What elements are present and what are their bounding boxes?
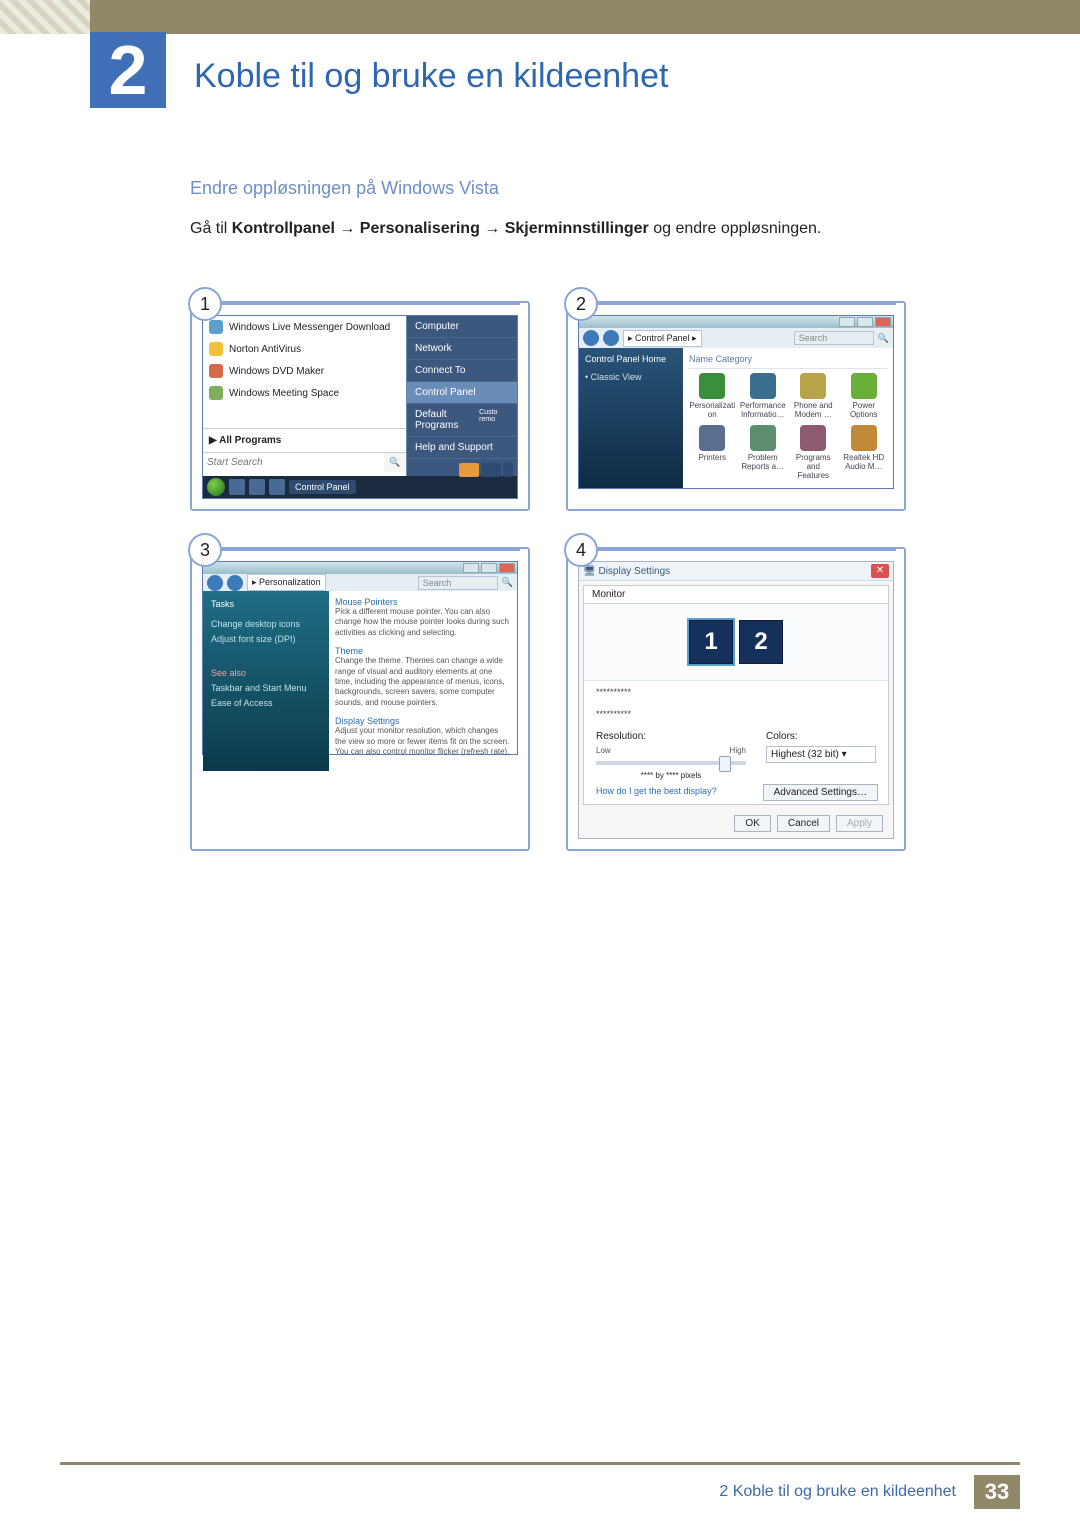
cp-icon[interactable]: Printers — [689, 425, 736, 482]
chevron-icon[interactable] — [503, 463, 513, 477]
cp-icon[interactable]: Phone and Modem … — [790, 373, 837, 421]
monitor-name-line: ********** — [584, 703, 888, 725]
maximize-icon[interactable] — [481, 563, 497, 573]
section-title: Endre oppløsningen på Windows Vista — [190, 178, 960, 199]
side-link[interactable]: Adjust font size (DPI) — [211, 634, 321, 644]
close-icon[interactable]: ✕ — [871, 564, 889, 578]
figure-badge: 4 — [564, 533, 598, 567]
start-right-item[interactable]: Computer — [407, 316, 517, 338]
nav-back-icon[interactable] — [207, 575, 223, 591]
chapter-title: Koble til og bruke en kildeenhet — [194, 57, 668, 96]
monitor-2[interactable]: 2 — [739, 620, 783, 664]
header-band — [90, 0, 1080, 34]
window-title: 🖥 Display Settings — [583, 566, 670, 577]
start-item[interactable]: Windows Live Messenger Download — [203, 316, 406, 338]
side-link[interactable]: Taskbar and Start Menu — [211, 683, 321, 693]
start-item[interactable]: Windows Meeting Space — [203, 382, 406, 404]
personalization-item[interactable]: ThemeChange the theme. Themes can change… — [335, 646, 511, 708]
figure-badge: 1 — [188, 287, 222, 321]
figure-3: 3 ▸ Personalization Search 🔍 Tasks — [190, 547, 530, 851]
close-icon[interactable] — [875, 317, 891, 327]
advanced-settings-button[interactable]: Advanced Settings… — [763, 784, 878, 801]
tasks-label: Tasks — [211, 599, 321, 609]
power-icon[interactable] — [459, 463, 479, 477]
start-item[interactable]: Windows DVD Maker — [203, 360, 406, 382]
search-input[interactable]: Search — [794, 331, 874, 345]
cp-icon[interactable]: Realtek HD Audio M… — [841, 425, 888, 482]
taskbar-controlpanel[interactable]: Control Panel — [289, 480, 356, 494]
start-orb-icon[interactable] — [207, 478, 225, 496]
monitor-1[interactable]: 1 — [689, 620, 733, 664]
breadcrumb[interactable]: ▸ Personalization — [247, 574, 326, 591]
cp-icon[interactable]: Problem Reports a… — [740, 425, 787, 482]
lock-icon[interactable] — [481, 463, 501, 477]
page-footer: 2 Koble til og bruke en kildeenhet 33 — [0, 1462, 1080, 1527]
resolution-value: **** by **** pixels — [596, 771, 746, 780]
search-icon[interactable]: 🔍 — [384, 453, 406, 472]
colors-label: Colors: — [766, 731, 876, 742]
cp-icon[interactable]: Programs and Features — [790, 425, 837, 482]
start-item[interactable]: Norton AntiVirus — [203, 338, 406, 360]
minimize-icon[interactable] — [463, 563, 479, 573]
section-body: Gå til Kontrollpanel → Personalisering →… — [190, 217, 960, 241]
page-number: 33 — [974, 1475, 1020, 1509]
control-panel-window: ▸ Control Panel ▸ Search 🔍 Control Panel… — [578, 315, 894, 489]
start-right-item[interactable]: Network — [407, 338, 517, 360]
cp-icon[interactable]: Personalizati on — [689, 373, 736, 421]
footer-text: 2 Koble til og bruke en kildeenhet — [719, 1483, 956, 1501]
cp-home-link[interactable]: Control Panel Home — [585, 354, 677, 364]
nav-back-icon[interactable] — [583, 330, 599, 346]
side-link[interactable]: Change desktop icons — [211, 619, 321, 629]
figure-1: 1 Windows Live Messenger Download Norton… — [190, 301, 530, 511]
side-link[interactable]: Ease of Access — [211, 698, 321, 708]
figure-badge: 2 — [564, 287, 598, 321]
minimize-icon[interactable] — [839, 317, 855, 327]
close-icon[interactable] — [499, 563, 515, 573]
taskbar-icon[interactable] — [249, 479, 265, 495]
start-right-item-controlpanel[interactable]: Control Panel — [407, 382, 517, 404]
taskbar-icon[interactable] — [229, 479, 245, 495]
tab-monitor[interactable]: Monitor — [584, 586, 888, 604]
chapter-number: 2 — [90, 32, 166, 108]
personalization-item[interactable]: Display SettingsAdjust your monitor reso… — [335, 716, 511, 757]
nav-fwd-icon[interactable] — [603, 330, 619, 346]
cp-icon[interactable]: Power Options — [841, 373, 888, 421]
monitor-name-line: ********** — [584, 681, 888, 703]
start-right-item[interactable]: Connect To — [407, 360, 517, 382]
figure-badge: 3 — [188, 533, 222, 567]
personalization-item[interactable]: Mouse PointersPick a different mouse poi… — [335, 597, 511, 638]
apply-button[interactable]: Apply — [836, 815, 883, 832]
cancel-button[interactable]: Cancel — [777, 815, 830, 832]
resolution-slider[interactable] — [596, 761, 746, 765]
nav-fwd-icon[interactable] — [227, 575, 243, 591]
personalization-window: ▸ Personalization Search 🔍 Tasks Change … — [202, 561, 518, 755]
cp-icon[interactable]: Performance Informatio… — [740, 373, 787, 421]
see-also-label: See also — [211, 668, 321, 678]
start-right-item[interactable]: Default ProgramsCusto remo — [407, 404, 517, 437]
start-menu-window: Windows Live Messenger Download Norton A… — [202, 315, 518, 499]
ok-button[interactable]: OK — [734, 815, 770, 832]
taskbar-icon[interactable] — [269, 479, 285, 495]
figure-2: 2 ▸ Control Panel ▸ Search 🔍 Control Pa — [566, 301, 906, 511]
all-programs[interactable]: ▶ All Programs — [203, 428, 406, 452]
grid-header: Name Category — [689, 354, 887, 369]
help-link[interactable]: How do I get the best display? — [584, 786, 729, 804]
figure-4: 4 🖥 Display Settings ✕ Monitor 1 2 *****… — [566, 547, 906, 851]
start-right-item[interactable]: Help and Support — [407, 437, 517, 459]
display-settings-window: 🖥 Display Settings ✕ Monitor 1 2 *******… — [578, 561, 894, 839]
maximize-icon[interactable] — [857, 317, 873, 327]
classic-view-link[interactable]: • Classic View — [585, 372, 677, 382]
search-input[interactable]: Search — [418, 576, 498, 590]
search-icon[interactable]: 🔍 — [502, 577, 513, 588]
search-icon[interactable]: 🔍 — [878, 333, 889, 344]
resolution-label: Resolution: — [596, 731, 746, 742]
header-hatching — [0, 0, 90, 34]
start-search-input[interactable] — [203, 453, 384, 472]
colors-select[interactable]: Highest (32 bit) ▾ — [766, 746, 876, 763]
breadcrumb[interactable]: ▸ Control Panel ▸ — [623, 330, 702, 347]
